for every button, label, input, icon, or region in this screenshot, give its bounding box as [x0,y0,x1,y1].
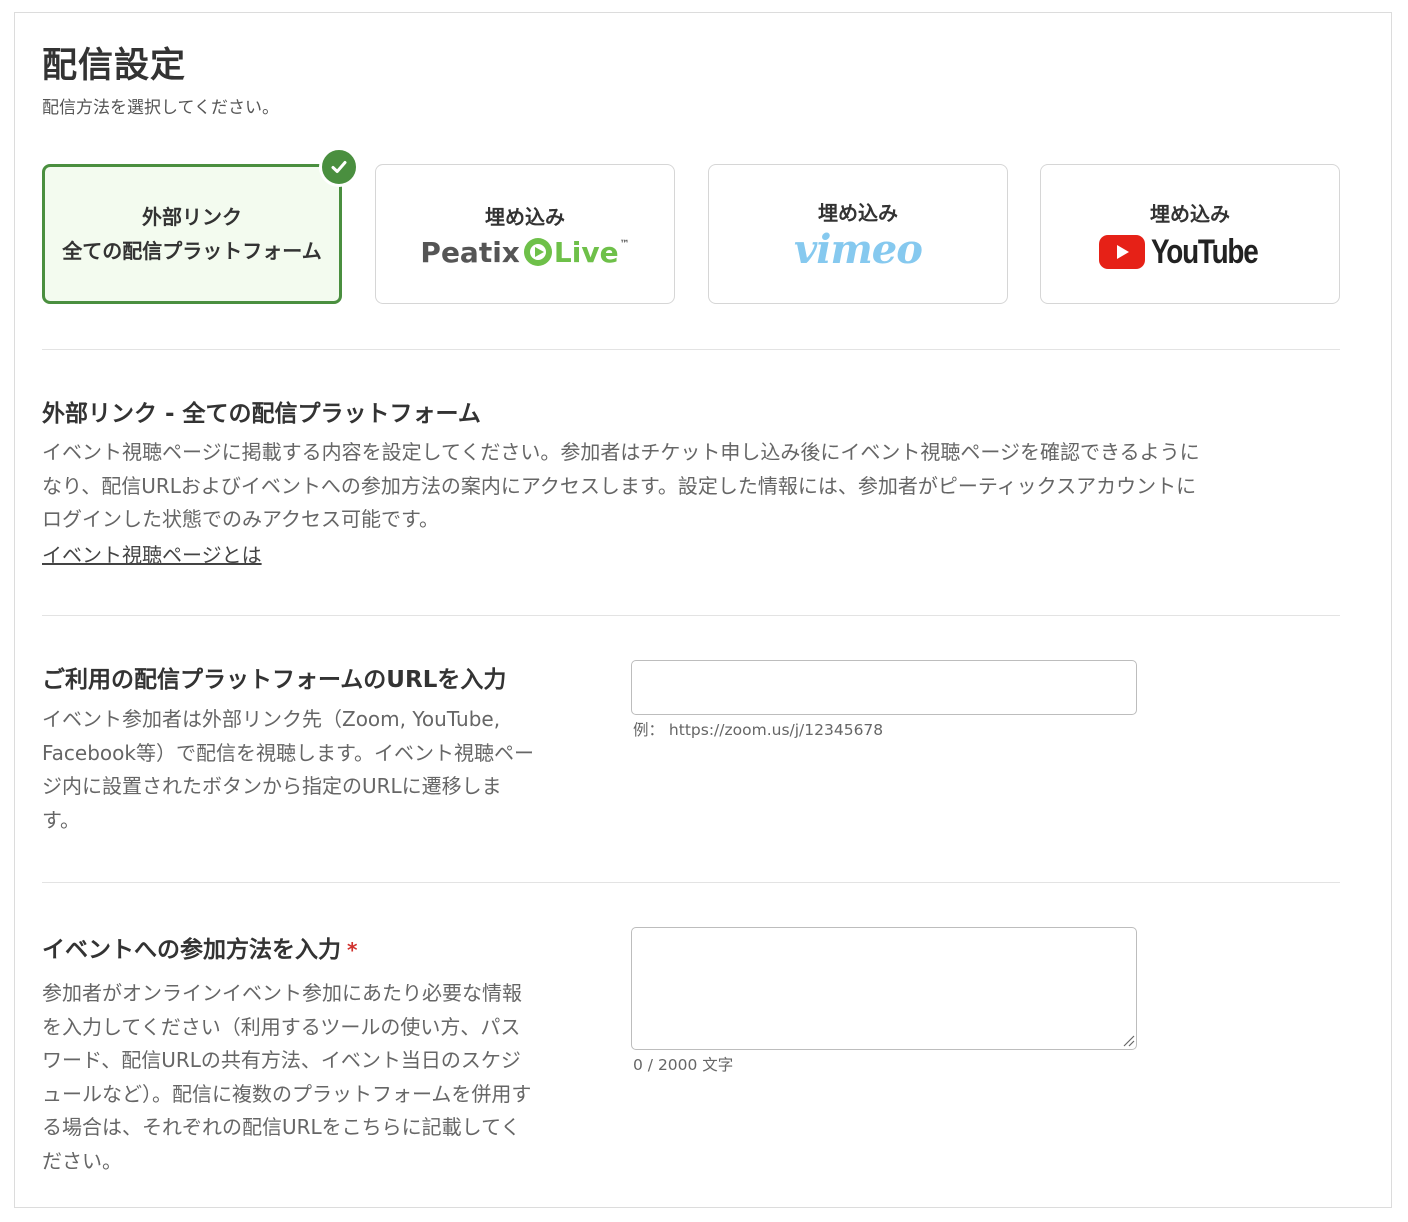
url-example-hint: 例： https://zoom.us/j/12345678 [633,721,884,739]
play-icon [523,238,552,266]
option-card-label: 埋め込み [1150,201,1230,226]
checkmark-icon [319,147,359,187]
resize-handle-icon[interactable] [1121,1032,1135,1051]
divider [42,349,1340,350]
join-method-textarea[interactable] [631,927,1137,1050]
required-mark: * [347,938,358,962]
url-field-description: イベント参加者は外部リンク先（Zoom, YouTube, Facebook等）… [42,707,534,832]
vimeo-logo: vimeo [794,225,923,273]
youtube-logo: YouTube [1099,233,1281,272]
option-card-youtube[interactable]: 埋め込み YouTube [1040,164,1340,304]
page-title: 配信設定 [42,46,187,86]
option-card-sublabel: 全ての配信プラットフォーム [62,239,322,263]
join-method-label: イベントへの参加方法を入力 * [42,937,358,963]
join-method-description: 参加者がオンラインイベント参加にあたり必要な情報 を入力してください（利用するツ… [42,981,532,1173]
section-description: イベント視聴ページに掲載する内容を設定してください。参加者はチケット申し込み後に… [42,440,1200,531]
event-view-page-link[interactable]: イベント視聴ページとは [42,539,262,568]
option-card-vimeo[interactable]: 埋め込み vimeo [708,164,1008,304]
option-card-external-link[interactable]: 外部リンク 全ての配信プラットフォーム [42,147,359,304]
delivery-settings-panel: 配信設定 配信方法を選択してください。 外部リンク 全ての配信プラットフォーム … [14,12,1392,1208]
divider [42,615,1340,616]
option-card-peatix-live[interactable]: 埋め込み Peatix Live ™ [375,164,675,304]
divider [42,882,1340,883]
page-subtitle: 配信方法を選択してください。 [42,98,279,118]
peatix-live-logo: Peatix Live ™ [420,235,630,269]
section-heading: 外部リンク - 全ての配信プラットフォーム [42,401,481,427]
youtube-play-icon [1099,235,1146,269]
option-card-label: 埋め込み [818,200,898,225]
option-card-label: 外部リンク [142,205,242,229]
platform-url-input[interactable] [631,660,1137,715]
option-card-label: 埋め込み [485,204,565,229]
url-field-label: ご利用の配信プラットフォームのURLを入力 [42,667,507,693]
character-counter: 0 / 2000 文字 [633,1056,734,1074]
